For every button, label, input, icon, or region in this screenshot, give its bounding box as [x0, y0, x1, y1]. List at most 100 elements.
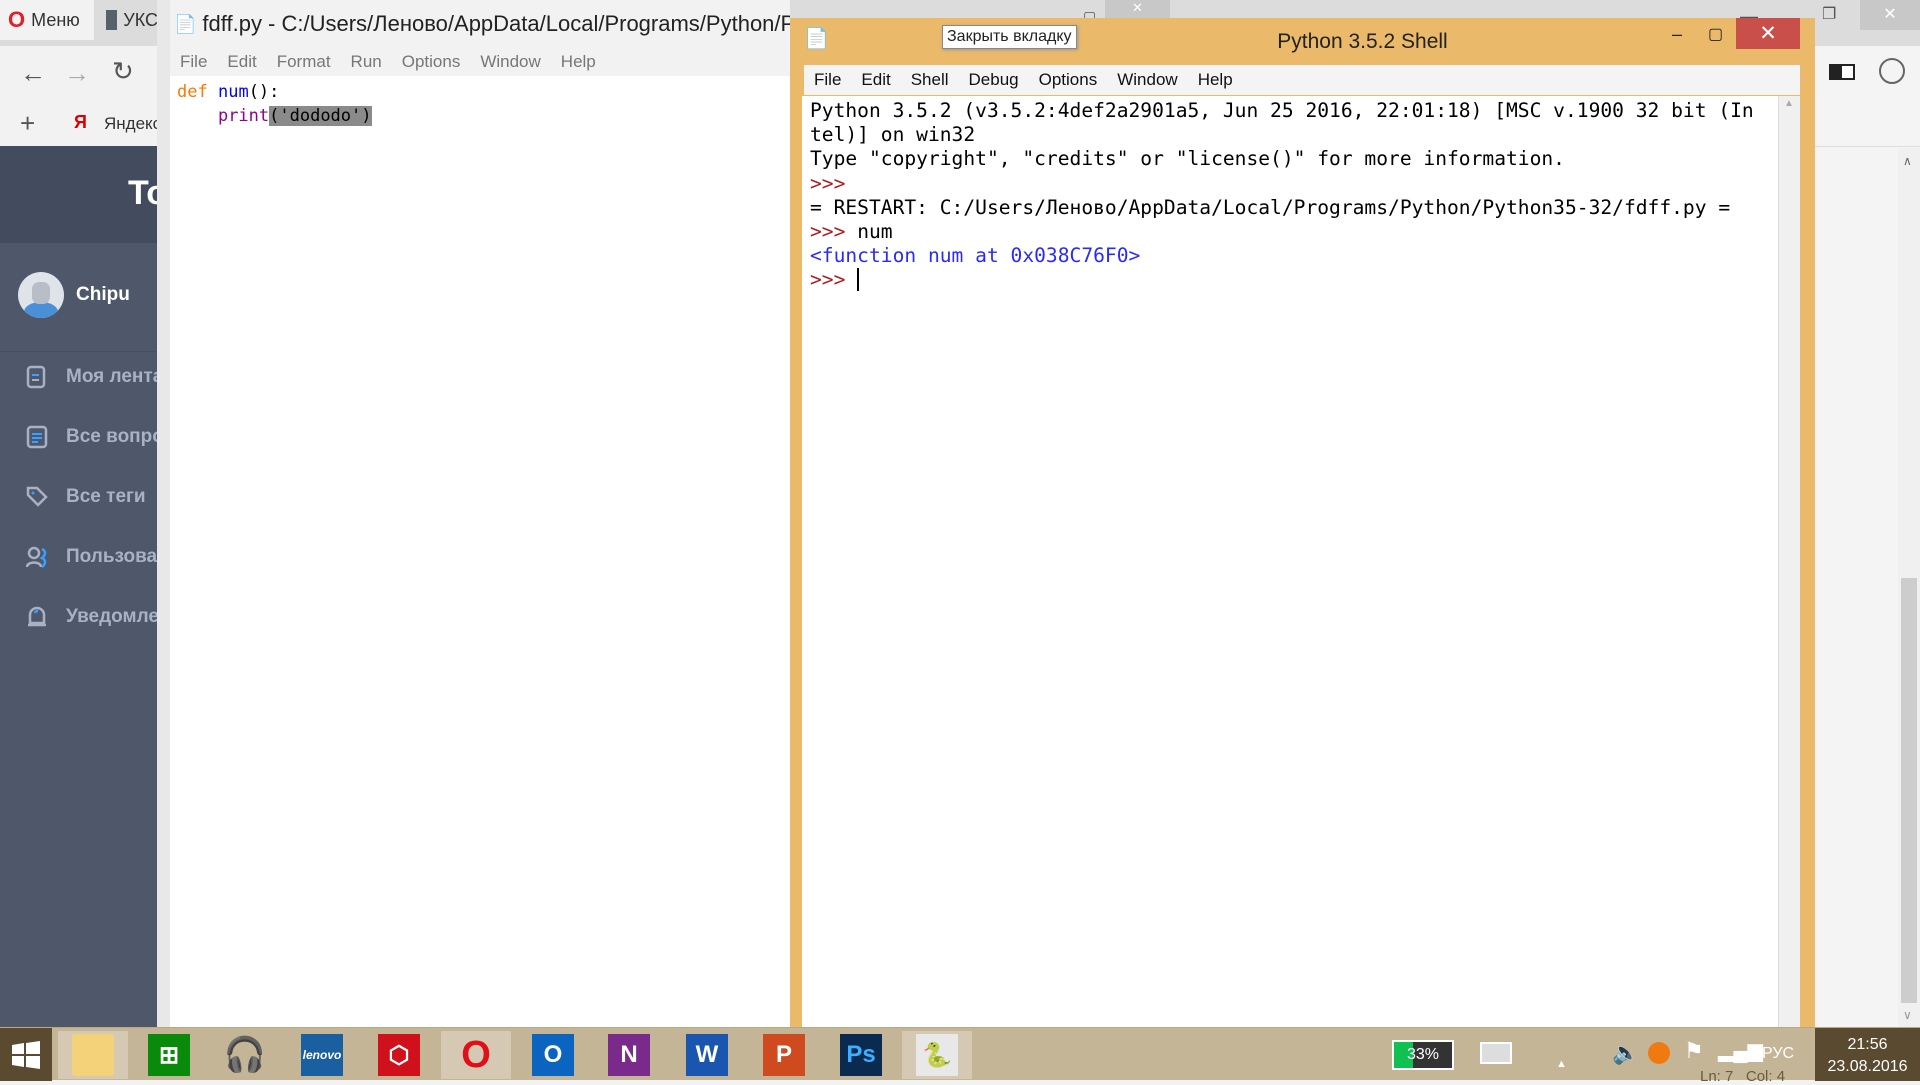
lenovo-icon: lenovo	[301, 1034, 343, 1076]
taskbar-word[interactable]: W	[672, 1031, 742, 1079]
tag-icon	[26, 486, 48, 507]
questions-icon	[26, 425, 48, 449]
windows-icon	[12, 1040, 40, 1069]
start-button[interactable]	[0, 1028, 52, 1081]
powerpoint-icon: P	[763, 1034, 805, 1076]
editor-menu-window[interactable]: Window	[470, 52, 550, 72]
headphones-icon: 🎧	[223, 1036, 267, 1074]
shell-minimize-button[interactable]: –	[1672, 24, 1682, 45]
scroll-up-icon[interactable]: ▲	[1784, 98, 1794, 109]
idle-file-icon: 📄	[174, 13, 197, 34]
editor-menu-options[interactable]: Options	[392, 52, 471, 72]
nav-my-feed[interactable]: Моя лента	[26, 362, 157, 392]
taskbar-python-idle[interactable]: 🐍	[902, 1031, 972, 1079]
shell-title-bar: 📄 Python 3.5.2 Shell Закрыть вкладку – ▢…	[790, 18, 1815, 64]
account-icon[interactable]	[1879, 58, 1905, 84]
scroll-up-icon[interactable]: ∧	[1903, 154, 1912, 168]
editor-menu-file[interactable]: File	[170, 52, 217, 72]
editor-menu-edit[interactable]: Edit	[217, 52, 266, 72]
page-scrollbar[interactable]: ∧ ∨	[1898, 148, 1920, 1027]
shell-scrollbar[interactable]: ▲	[1778, 96, 1800, 1046]
taskbar-opera[interactable]: O	[441, 1031, 511, 1079]
editor-title-bar: 📄 fdff.py - C:/Users/Леново/AppData/Loca…	[170, 0, 790, 48]
clock[interactable]: 21:56 23.08.2016	[1815, 1028, 1920, 1081]
shell-close-button[interactable]: ✕	[1736, 18, 1800, 49]
shell-menu-options[interactable]: Options	[1029, 70, 1108, 90]
taskbar: ⊞ 🎧 lenovo ⬡ O O N W P Ps 🐍 33% ▲ 🔈 ⚑ ▂▄…	[0, 1027, 1920, 1085]
shell-menu-edit[interactable]: Edit	[851, 70, 900, 90]
photoshop-icon: Ps	[840, 1034, 882, 1076]
browser-tab[interactable]: УКС	[98, 0, 158, 40]
shell-menu-help[interactable]: Help	[1188, 70, 1243, 90]
close-browser-button[interactable]: ✕	[1860, 0, 1920, 30]
shell-menu-shell[interactable]: Shell	[901, 70, 959, 90]
scroll-down-icon[interactable]: ∨	[1903, 1008, 1912, 1022]
shell-maximize-button[interactable]: ▢	[1708, 24, 1723, 44]
folder-icon	[72, 1034, 114, 1076]
editor-menu-format[interactable]: Format	[267, 52, 341, 72]
scrollbar-thumb[interactable]	[1901, 578, 1917, 1003]
taskbar-store[interactable]: ⊞	[134, 1031, 204, 1079]
store-icon: ⊞	[148, 1034, 190, 1076]
flag-icon[interactable]: ⚑	[1684, 1038, 1704, 1064]
shell-menu-file[interactable]: File	[804, 70, 851, 90]
idle-editor-window: 📄 fdff.py - C:/Users/Леново/AppData/Loca…	[157, 0, 790, 1027]
orange-tray-icon[interactable]	[1648, 1042, 1670, 1064]
text-cursor	[857, 268, 871, 292]
users-icon	[26, 546, 47, 568]
cube-icon: ⬡	[378, 1034, 420, 1076]
python-shell-window: 📄 Python 3.5.2 Shell Закрыть вкладку – ▢…	[790, 18, 1815, 1046]
editor-code[interactable]: def num(): print('dododo')	[177, 80, 372, 128]
feed-icon	[26, 365, 46, 389]
site-favicon	[106, 10, 118, 30]
taskbar-file-explorer[interactable]	[58, 1031, 128, 1079]
nav-all-tags[interactable]: Все теги	[26, 482, 146, 512]
bell-icon	[28, 606, 46, 627]
keyboard-icon[interactable]	[1480, 1042, 1512, 1064]
taskbar-onenote[interactable]: N	[594, 1031, 664, 1079]
shell-menu-bar: File Edit Shell Debug Options Window Hel…	[804, 65, 1800, 95]
editor-menu-run[interactable]: Run	[341, 52, 392, 72]
selected-text: ('dododo')	[269, 106, 372, 126]
site-header: To	[0, 146, 157, 243]
opera-menu-button[interactable]: O Меню	[0, 0, 94, 40]
battery-saver-icon[interactable]	[1829, 64, 1855, 80]
signal-icon[interactable]: ▂▄▆	[1718, 1038, 1763, 1063]
taskbar-powerpoint[interactable]: P	[749, 1031, 819, 1079]
yandex-icon: Я	[74, 112, 87, 132]
taskbar-photoshop[interactable]: Ps	[826, 1031, 896, 1079]
taskbar-music[interactable]: 🎧	[210, 1031, 280, 1079]
forward-icon[interactable]: →	[64, 58, 90, 89]
battery-indicator[interactable]: 33%	[1392, 1040, 1454, 1070]
taskbar-red-app[interactable]: ⬡	[364, 1031, 434, 1079]
shell-menu-window[interactable]: Window	[1107, 70, 1187, 90]
site-sidebar: To Chipu Моя лента Все вопросы Все теги …	[0, 146, 157, 1027]
opera-icon: O	[461, 1033, 491, 1076]
add-bookmark-icon[interactable]: +	[20, 108, 35, 139]
taskbar-lenovo[interactable]: lenovo	[287, 1031, 357, 1079]
editor-status: Ln: 7 Col: 4	[1700, 1068, 1786, 1085]
python-icon: 🐍	[916, 1034, 958, 1076]
shell-output[interactable]: Python 3.5.2 (v3.5.2:4def2a2901a5, Jun 2…	[802, 96, 1778, 1046]
opera-icon: O	[8, 7, 26, 32]
nav-users[interactable]: Пользователи	[26, 542, 157, 572]
language-indicator[interactable]: РУС	[1762, 1045, 1794, 1063]
avatar[interactable]	[18, 272, 64, 318]
browser-right-panel: ∧ ∨	[1815, 46, 1920, 1027]
browser-toolbar: ← → ↻ + Я Яндекс	[0, 46, 161, 146]
outlook-icon: O	[532, 1034, 574, 1076]
back-icon[interactable]: ←	[20, 58, 46, 89]
reload-icon[interactable]: ↻	[112, 56, 134, 87]
restore-browser-button[interactable]: ❐	[1822, 4, 1836, 24]
editor-menu-help[interactable]: Help	[551, 52, 606, 72]
user-name[interactable]: Chipu	[76, 284, 130, 306]
show-hidden-icons[interactable]: ▲	[1556, 1058, 1567, 1070]
bookmark-yandex[interactable]: Яндекс	[104, 114, 161, 134]
shell-menu-debug[interactable]: Debug	[959, 70, 1029, 90]
nav-all-questions[interactable]: Все вопросы	[26, 422, 157, 452]
volume-icon[interactable]: 🔈	[1612, 1040, 1639, 1066]
editor-menu-bar: File Edit Format Run Options Window Help	[170, 48, 790, 76]
word-icon: W	[686, 1034, 728, 1076]
taskbar-outlook[interactable]: O	[518, 1031, 588, 1079]
nav-notifications[interactable]: Уведомления	[26, 602, 157, 632]
